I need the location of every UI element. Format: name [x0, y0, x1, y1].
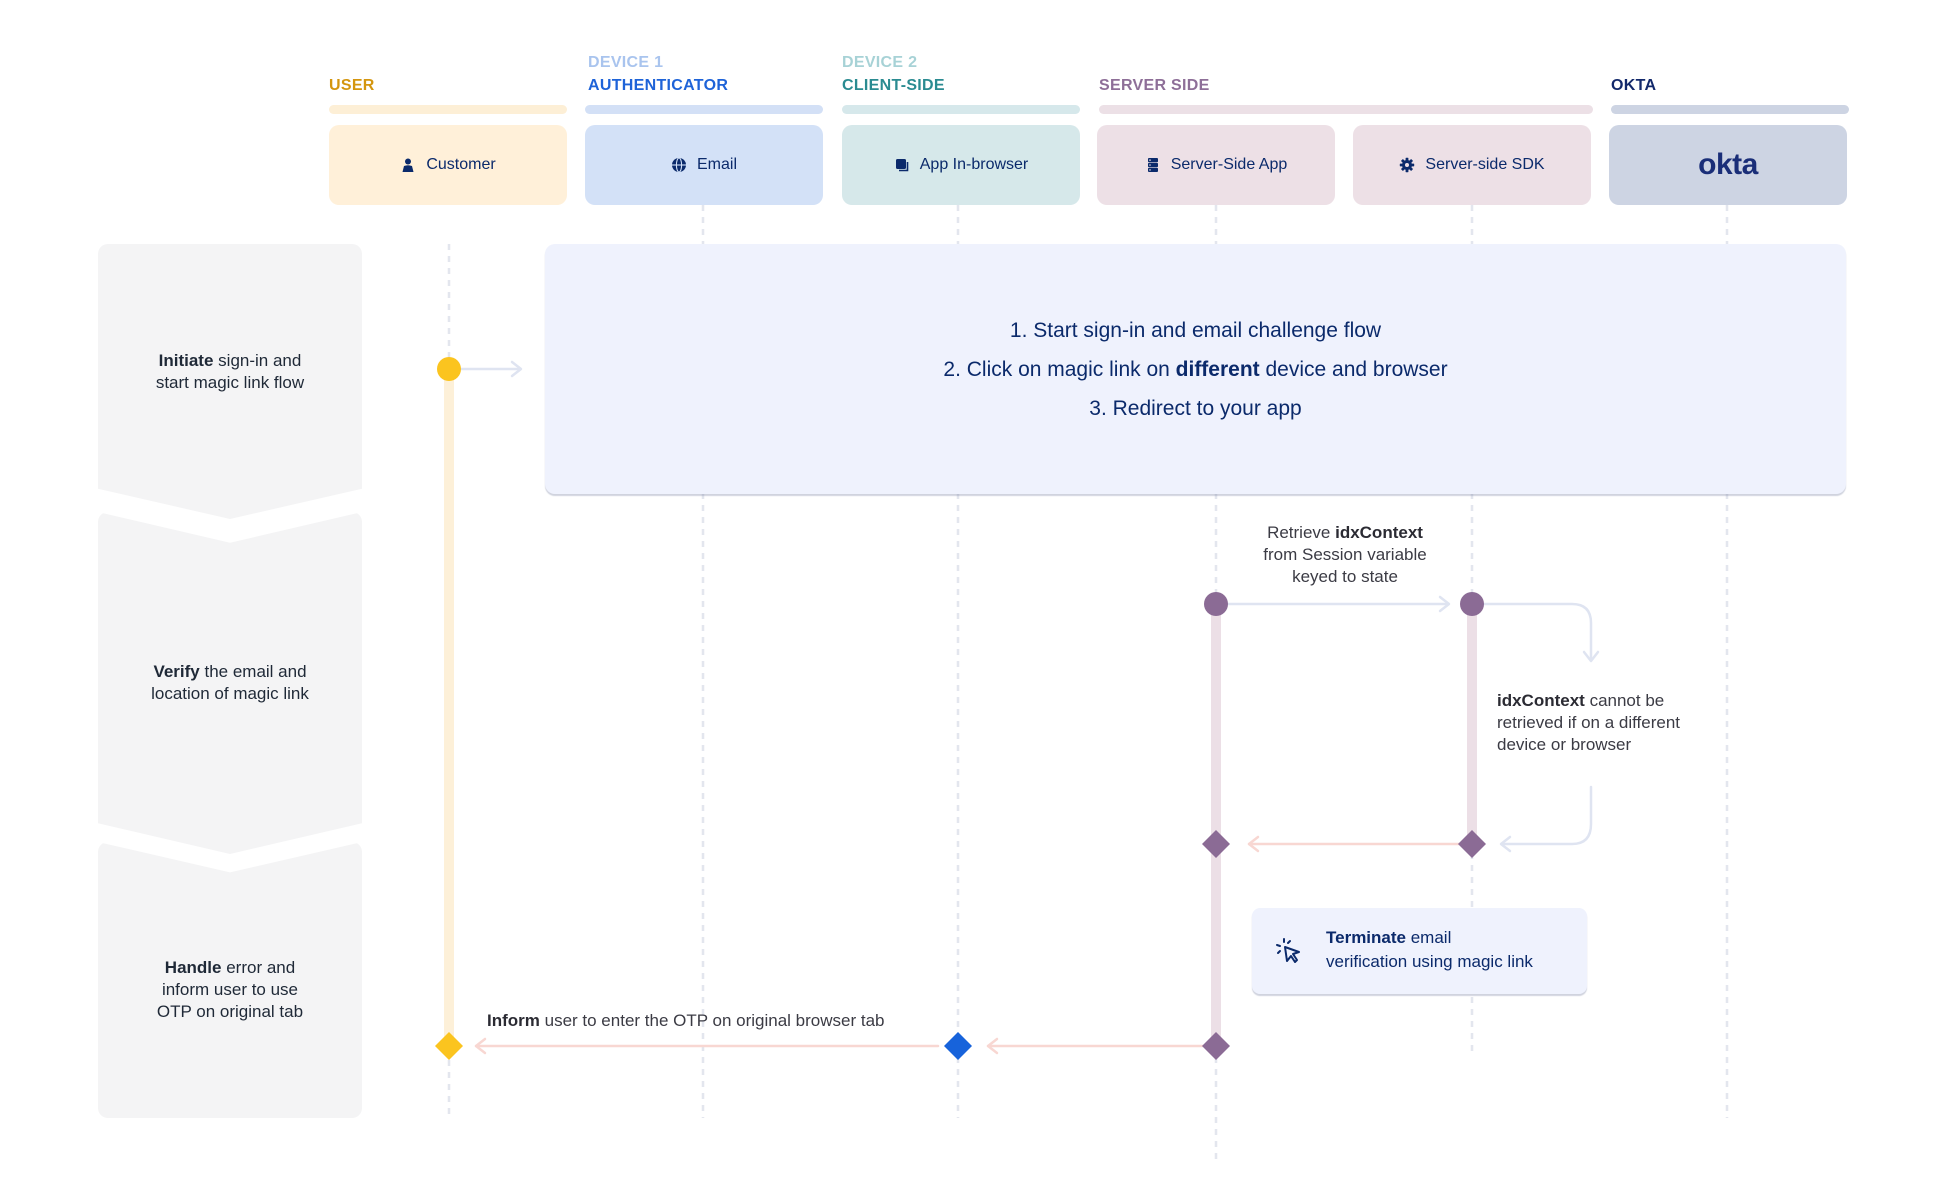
summary-line-2: 2. Click on magic link on different devi… [943, 350, 1447, 389]
note-text: from Session variable [1263, 545, 1427, 564]
activation-bar-server-app [1211, 604, 1221, 1046]
arrow-sdk-loop-back [1500, 785, 1593, 846]
note-text: retrieved if on a different [1497, 713, 1681, 732]
note-bold: idxContext [1497, 691, 1585, 710]
sequence-flow [435, 205, 1729, 1165]
note-text: keyed to state [1292, 567, 1398, 586]
note-bold: Terminate [1326, 928, 1406, 947]
summary-bold: different [1175, 357, 1260, 381]
arrow-sdk-loop-out [1480, 602, 1593, 662]
note-retrieve-idxcontext: Retrieve idxContext from Session variabl… [1225, 522, 1465, 588]
app-diamond [944, 1032, 972, 1060]
note-text: device or browser [1497, 735, 1632, 754]
sdk-diamond [1458, 830, 1486, 858]
user-start-marker [437, 357, 461, 381]
note-inform-user: Inform user to enter the OTP on original… [487, 1010, 884, 1032]
summary-line-3: 3. Redirect to your app [1089, 396, 1302, 420]
server-app-diamond [1202, 830, 1230, 858]
note-text: Retrieve [1267, 523, 1336, 542]
summary-text: 2. Click on magic link on [943, 357, 1176, 381]
server-app-diamond-bottom [1202, 1032, 1230, 1060]
summary-line-1: 1. Start sign-in and email challenge flo… [1009, 318, 1382, 342]
summary-text: device and browser [1259, 357, 1448, 381]
activation-bar-user [444, 369, 454, 1046]
terminate-box: Terminate email verification using magic… [1252, 908, 1587, 994]
summary-box: 1. Start sign-in and email challenge flo… [545, 244, 1846, 494]
user-diamond [435, 1032, 463, 1060]
note-bold: idxContext [1335, 523, 1423, 542]
note-text: email [1406, 928, 1452, 947]
note-text: user to enter the OTP on original browse… [539, 1011, 885, 1030]
terminate-text: Terminate email verification using magic… [1326, 926, 1533, 974]
cursor-click-icon [1276, 938, 1300, 963]
note-text: verification using magic link [1326, 952, 1533, 971]
note-bold: Inform [487, 1011, 540, 1030]
server-app-marker [1204, 592, 1228, 616]
note-idxcontext-cannot: idxContext cannot be retrieved if on a d… [1497, 690, 1737, 756]
activation-bar-sdk [1467, 604, 1477, 844]
sdk-marker [1460, 592, 1484, 616]
note-text: cannot be [1584, 691, 1665, 710]
